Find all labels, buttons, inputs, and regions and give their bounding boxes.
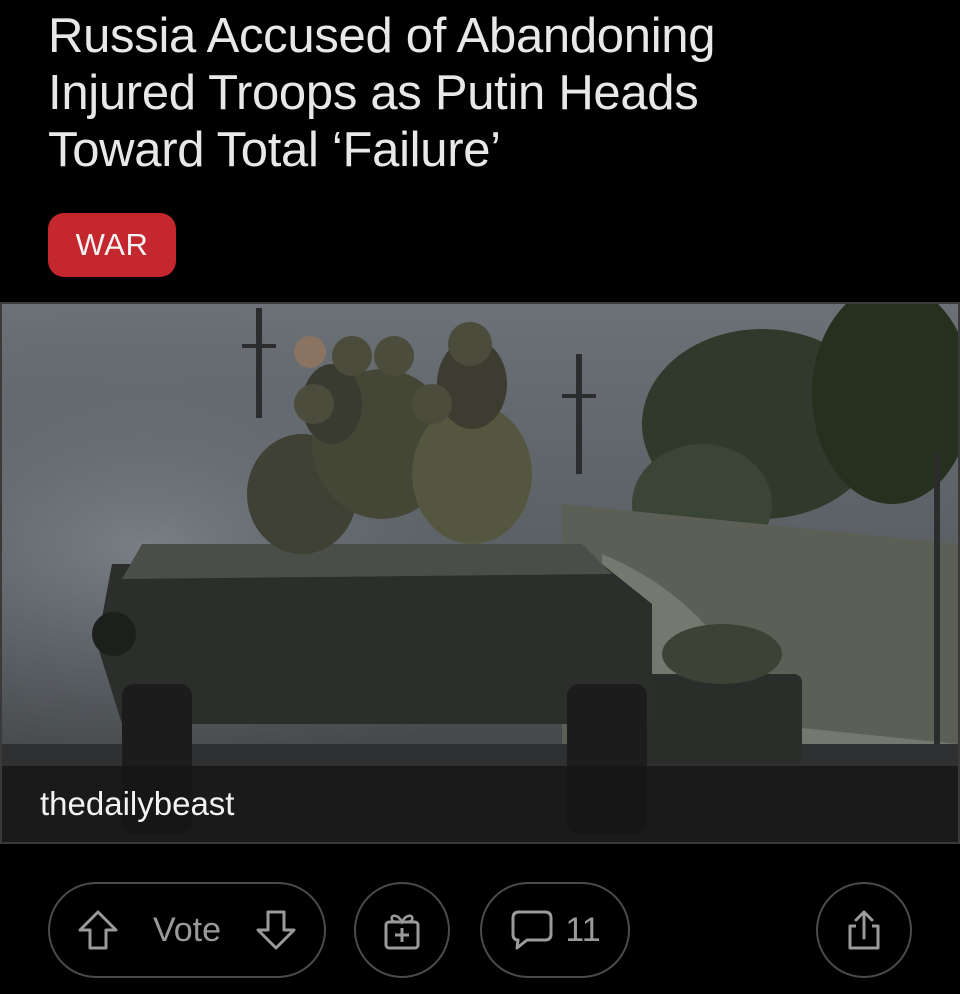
comment-bubble-icon [509, 908, 555, 952]
vote-label: Vote [152, 910, 222, 949]
comment-count: 11 [565, 910, 601, 949]
post-title[interactable]: Russia Accused of Abandoning Injured Tro… [48, 8, 928, 179]
flair-badge[interactable]: WAR [48, 213, 176, 277]
image-source-caption: thedailybeast [2, 766, 958, 842]
post-title-line-1: Russia Accused of Abandoning [48, 9, 716, 63]
share-icon [842, 908, 886, 952]
share-button[interactable] [816, 882, 912, 978]
source-domain: thedailybeast [40, 785, 235, 822]
post-title-line-3: Toward Total ‘Failure’ [48, 123, 501, 177]
post-title-line-2: Injured Troops as Putin Heads [48, 66, 699, 120]
vote-control: Vote [48, 882, 326, 978]
post-image-link[interactable]: thedailybeast [0, 302, 960, 844]
comments-button[interactable]: 11 [480, 882, 630, 978]
award-button[interactable] [354, 882, 450, 978]
award-gift-icon [380, 908, 424, 952]
post-image [2, 304, 958, 842]
downvote-arrow-icon[interactable] [254, 908, 298, 952]
upvote-arrow-icon[interactable] [76, 908, 120, 952]
